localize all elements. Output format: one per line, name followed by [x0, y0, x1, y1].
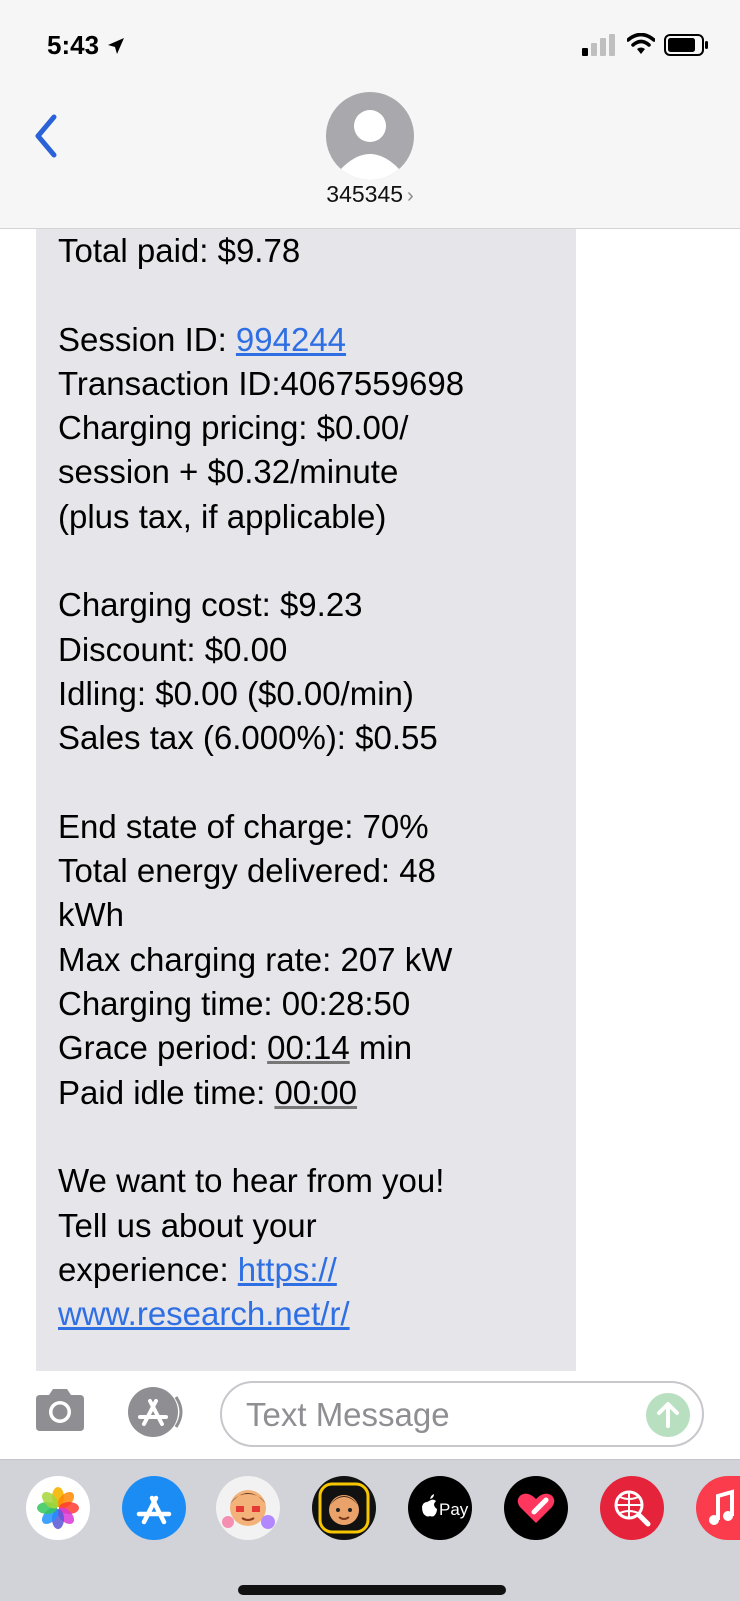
message-line: Charging time: 00:28:50: [58, 985, 411, 1023]
contact-chevron-icon: ›: [407, 185, 414, 207]
app-store-button-icon[interactable]: [124, 1383, 190, 1441]
grace-label: Grace period:: [58, 1029, 268, 1067]
message-line: (plus tax, if applicable): [58, 497, 387, 535]
camera-icon[interactable]: [32, 1387, 88, 1433]
message-line: Charging pricing: $0.00/: [58, 409, 409, 447]
survey-link[interactable]: https://: [238, 1251, 337, 1288]
message-line: session + $0.32/minute: [58, 453, 399, 491]
message-line-grace: Grace period: 00:14 min: [58, 1026, 554, 1070]
imessage-app-strip: Pay: [0, 1459, 740, 1601]
message-thread[interactable]: Total paid: $9.78 Session ID: 994244 Tra…: [0, 229, 740, 1371]
message-line: kWh: [58, 896, 124, 934]
music-note-icon: [709, 1489, 734, 1525]
idle-label: Paid idle time:: [58, 1073, 275, 1111]
message-line: Total paid: $9.78: [58, 232, 301, 269]
photos-app-icon[interactable]: [26, 1476, 90, 1540]
idle-value-link[interactable]: 00:00: [274, 1074, 357, 1111]
conversation-header: 5:43 345345 ›: [0, 0, 740, 229]
contact-name[interactable]: 345345 ›: [0, 181, 740, 208]
apple-pay-app-icon[interactable]: Pay: [408, 1476, 472, 1540]
message-line: Discount: $0.00: [58, 630, 288, 668]
status-time-text: 5:43: [47, 30, 100, 60]
memoji-camera-app-icon[interactable]: [312, 1476, 376, 1540]
contact-number: 345345: [326, 181, 404, 207]
send-button[interactable]: [646, 1393, 690, 1437]
status-time: 5:43: [47, 30, 125, 61]
person-silhouette-icon: [340, 110, 400, 180]
message-line: Total energy delivered: 48: [58, 852, 436, 890]
message-line-session: Session ID: 994244: [58, 318, 554, 362]
apple-logo-icon: Pay: [422, 1494, 469, 1519]
web-search-app-icon[interactable]: [600, 1476, 664, 1540]
message-line: Idling: $0.00 ($0.00/min): [58, 674, 414, 712]
message-composer: Text Message: [0, 1371, 740, 1457]
cellular-signal-icon: [582, 34, 615, 56]
apple-pay-label: Pay: [439, 1500, 469, 1519]
message-line: End state of charge: 70%: [58, 807, 429, 845]
home-indicator[interactable]: [238, 1585, 506, 1595]
battery-icon: [664, 34, 708, 56]
memoji-app-icon[interactable]: [216, 1476, 280, 1540]
grace-value-link[interactable]: 00:14: [267, 1029, 350, 1066]
message-line: Charging cost: $9.23: [58, 586, 363, 624]
memoji-camera-icon: [318, 1482, 370, 1534]
contact-avatar[interactable]: [326, 92, 414, 180]
back-chevron-icon[interactable]: [30, 113, 62, 159]
survey-link-continued[interactable]: www.research.net/r/: [58, 1295, 350, 1332]
globe-search-icon: [614, 1490, 651, 1527]
memoji-faces-icon: [222, 1490, 275, 1529]
session-label: Session ID:: [58, 320, 236, 358]
message-line: Transaction ID:4067559698: [58, 364, 465, 402]
app-store-a-icon: [136, 1495, 172, 1525]
heart-touch-icon: [517, 1493, 555, 1523]
message-line-survey-2: www.research.net/r/: [58, 1292, 554, 1336]
message-line-survey: experience: https://: [58, 1248, 554, 1292]
message-line: Max charging rate: 207 kW: [58, 940, 453, 978]
message-line: Sales tax (6.000%): $0.55: [58, 719, 438, 757]
text-message-placeholder: Text Message: [246, 1396, 450, 1433]
send-arrow-icon: [657, 1402, 679, 1428]
app-store-app-icon[interactable]: [122, 1476, 186, 1540]
session-id-link[interactable]: 994244: [236, 321, 346, 358]
digital-touch-app-icon[interactable]: [504, 1476, 568, 1540]
survey-label: experience:: [58, 1250, 238, 1288]
message-line-idle: Paid idle time: 00:00: [58, 1071, 554, 1115]
wifi-icon: [627, 33, 655, 54]
text-message-input[interactable]: Text Message: [220, 1381, 704, 1447]
photos-flower-icon: [37, 1487, 79, 1529]
message-line: Tell us about your: [58, 1206, 317, 1244]
message-bubble: Total paid: $9.78 Session ID: 994244 Tra…: [36, 229, 576, 1371]
location-arrow-icon: [108, 37, 125, 54]
message-line: We want to hear from you!: [58, 1162, 445, 1200]
grace-unit: min: [349, 1029, 413, 1067]
music-app-icon[interactable]: [696, 1476, 740, 1540]
